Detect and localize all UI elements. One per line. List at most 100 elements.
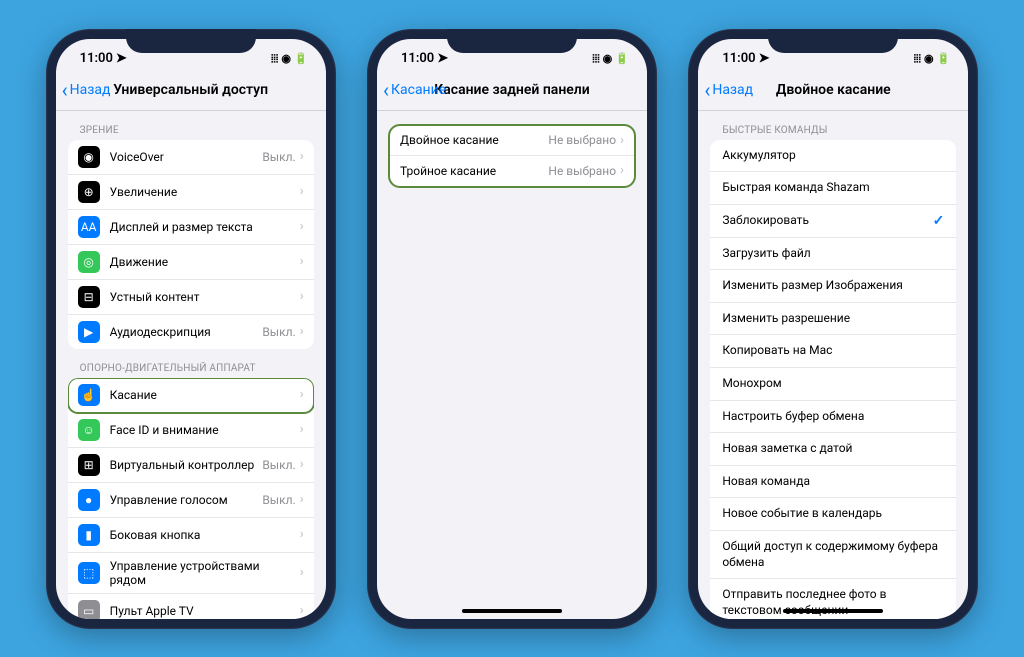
settings-row-audio[interactable]: ▶АудиодескрипцияВыкл.› <box>68 315 314 349</box>
back-button[interactable]: ‹ Касание <box>383 80 446 100</box>
shortcut-row[interactable]: Монохром <box>710 368 956 401</box>
chevron-right-icon: › <box>300 492 304 507</box>
back-tap-options-list: Двойное касаниеНе выбрано›Тройное касани… <box>388 124 636 188</box>
shortcut-label: Загрузить файл <box>722 246 944 262</box>
settings-row-voiceover[interactable]: ◉VoiceOverВыкл.› <box>68 140 314 175</box>
phone-frame-2: 11:00 ➤ ⦙⦙⦙ ◉ 🔋 ‹ Касание Касание задней… <box>367 29 657 629</box>
nearby-icon: ⬚ <box>78 562 100 584</box>
settings-list: ☝Касание›☺Face ID и внимание› ⊞ Виртуальны… <box>68 378 314 619</box>
shortcut-label: Новая заметка с датой <box>722 441 944 457</box>
shortcut-label: Заблокировать <box>722 213 932 229</box>
appletv-icon: ▭ <box>78 600 100 619</box>
settings-row-appletv[interactable]: ▭ Пульт Apple TV › <box>68 594 314 619</box>
row-label: Увеличение <box>110 185 296 199</box>
back-tap-row[interactable]: Тройное касаниеНе выбрано› <box>390 156 634 186</box>
shortcut-row[interactable]: Новая заметка с датой <box>710 433 956 466</box>
back-chevron-icon: ‹ <box>383 80 389 100</box>
notch <box>447 29 577 53</box>
location-icon: ➤ <box>437 51 448 66</box>
chevron-right-icon: › <box>300 527 304 542</box>
shortcut-row[interactable]: Отправить последнее фото в текстовом соо… <box>710 579 956 618</box>
home-indicator[interactable] <box>783 609 883 613</box>
row-label: Виртуальный контроллер <box>110 458 263 472</box>
notch <box>768 29 898 53</box>
back-tap-row[interactable]: Двойное касаниеНе выбрано› <box>390 126 634 156</box>
shortcut-row[interactable]: Новое событие в календарь <box>710 498 956 531</box>
audio-icon: ▶ <box>78 321 100 343</box>
nav-bar: ‹ Касание Касание задней панели <box>377 71 647 111</box>
row-label: Двойное касание <box>400 133 548 147</box>
shortcut-row[interactable]: Быстрая команда Shazam <box>710 172 956 205</box>
shortcut-row[interactable]: Заблокировать✓ <box>710 205 956 238</box>
signal-icon: ⦙⦙⦙ <box>914 52 921 66</box>
row-value: Выкл. <box>262 150 295 164</box>
settings-row-side[interactable]: ▮Боковая кнопка› <box>68 518 314 553</box>
settings-row-zoom[interactable]: ⊕ Увеличение › <box>68 175 314 210</box>
shortcut-row[interactable]: Аккумулятор <box>710 140 956 173</box>
shortcut-label: Изменить размер Изображения <box>722 278 944 294</box>
chevron-right-icon: › <box>300 254 304 269</box>
faceid-icon: ☺ <box>78 419 100 441</box>
section-header: БЫСТРЫЕ КОМАНДЫ <box>710 111 956 140</box>
screen-1: 11:00 ➤ ⦙⦙⦙ ◉ 🔋 ‹ Назад Универсальный до… <box>56 39 326 619</box>
settings-row-voice[interactable]: ●Управление голосомВыкл.› <box>68 483 314 518</box>
spoken-icon: ⊟ <box>78 286 100 308</box>
back-label: Касание <box>391 82 446 98</box>
settings-row-switch[interactable]: ⊞Виртуальный контроллерВыкл.› <box>68 448 314 483</box>
notch <box>126 29 256 53</box>
chevron-right-icon: › <box>300 422 304 437</box>
switch-icon: ⊞ <box>78 454 100 476</box>
row-value: Не выбрано <box>548 133 616 147</box>
row-value: Выкл. <box>262 493 295 507</box>
status-time: 11:00 <box>80 51 113 66</box>
settings-row-nearby[interactable]: ⬚Управление устройствами рядом› <box>68 553 314 594</box>
chevron-right-icon: › <box>300 184 304 199</box>
settings-row-faceid[interactable]: ☺Face ID и внимание› <box>68 413 314 448</box>
shortcut-row[interactable]: Копировать на Mac <box>710 335 956 368</box>
row-label: Дисплей и размер текста <box>110 220 296 234</box>
shortcut-row[interactable]: Настроить буфер обмена <box>710 401 956 434</box>
nav-bar: ‹ Назад Универсальный доступ <box>56 71 326 111</box>
content-area[interactable]: ЗРЕНИЕ◉VoiceOverВыкл.›⊕Увеличение›AAДисп… <box>56 111 326 619</box>
row-label: Боковая кнопка <box>110 528 296 542</box>
settings-row-display[interactable]: AAДисплей и размер текста› <box>68 210 314 245</box>
location-icon: ➤ <box>116 51 127 66</box>
content-area[interactable]: Двойное касаниеНе выбрано›Тройное касани… <box>377 111 647 619</box>
chevron-right-icon: › <box>300 603 304 618</box>
home-indicator[interactable] <box>462 609 562 613</box>
chevron-right-icon: › <box>300 289 304 304</box>
nav-bar: ‹ Назад Двойное касание <box>698 71 968 111</box>
status-time: 11:00 <box>722 51 755 66</box>
battery-icon: 🔋 <box>937 52 951 65</box>
row-label: VoiceOver <box>110 150 263 164</box>
shortcut-row[interactable]: Изменить разрешение <box>710 303 956 336</box>
location-icon: ➤ <box>759 51 770 66</box>
shortcut-row[interactable]: Загрузить файл <box>710 238 956 271</box>
section-header: ЗРЕНИЕ <box>68 111 314 140</box>
shortcut-label: Новая команда <box>722 474 944 490</box>
settings-row-touch[interactable]: ☝Касание› <box>68 378 314 413</box>
content-area[interactable]: БЫСТРЫЕ КОМАНДЫ Аккумулятор Быстрая коман… <box>698 111 968 619</box>
back-chevron-icon: ‹ <box>704 80 710 100</box>
back-chevron-icon: ‹ <box>62 80 68 100</box>
phone-frame-1: 11:00 ➤ ⦙⦙⦙ ◉ 🔋 ‹ Назад Универсальный до… <box>46 29 336 629</box>
settings-row-spoken[interactable]: ⊟Устный контент› <box>68 280 314 315</box>
shortcut-label: Аккумулятор <box>722 148 944 164</box>
shortcut-row[interactable]: Новая команда <box>710 466 956 499</box>
shortcut-row[interactable]: Изменить размер Изображения <box>710 270 956 303</box>
back-button[interactable]: ‹ Назад <box>62 80 111 100</box>
check-icon: ✓ <box>933 213 945 229</box>
chevron-right-icon: › <box>300 565 304 580</box>
shortcut-label: Копировать на Mac <box>722 343 944 359</box>
row-label: Пульт Apple TV <box>110 604 296 618</box>
back-button[interactable]: ‹ Назад <box>704 80 753 100</box>
voiceover-icon: ◉ <box>78 146 100 168</box>
phone-frame-3: 11:00 ➤ ⦙⦙⦙ ◉ 🔋 ‹ Назад Двойное касание … <box>688 29 978 629</box>
shortcut-label: Новое событие в календарь <box>722 506 944 522</box>
zoom-icon: ⊕ <box>78 181 100 203</box>
settings-row-motion[interactable]: ◎Движение› <box>68 245 314 280</box>
row-label: Аудиодескрипция <box>110 325 263 339</box>
status-time: 11:00 <box>401 51 434 66</box>
chevron-right-icon: › <box>300 457 304 472</box>
shortcut-row[interactable]: Общий доступ к содержимому буфера обмена <box>710 531 956 579</box>
